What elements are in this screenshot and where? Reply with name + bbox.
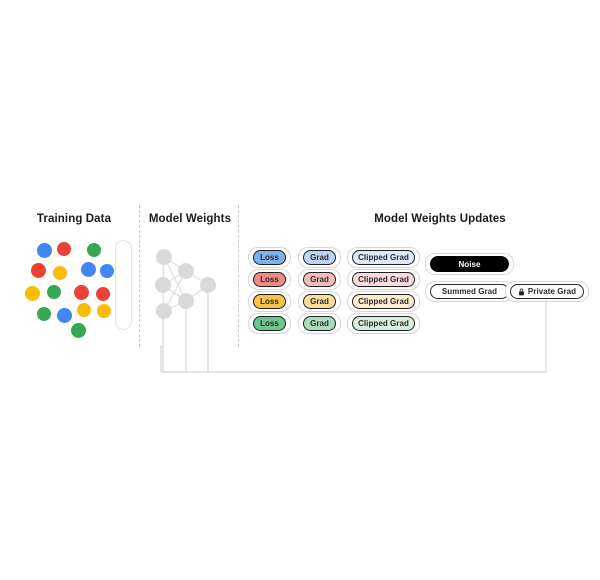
pill-summed-grad[interactable]: Summed Grad bbox=[430, 284, 509, 299]
network-node bbox=[156, 249, 172, 265]
section-title-model-weights: Model Weights bbox=[148, 213, 232, 225]
pill-loss-yellow[interactable]: Loss bbox=[253, 294, 286, 309]
network-node bbox=[178, 263, 194, 279]
pill-loss-green[interactable]: Loss bbox=[253, 316, 286, 331]
batch-capsule bbox=[115, 240, 132, 330]
training-data-point bbox=[30, 262, 46, 278]
training-data-point bbox=[96, 287, 110, 301]
dp-sgd-diagram: Training Data Model Weights Model Weight… bbox=[0, 0, 600, 580]
pill-noise[interactable]: Noise bbox=[430, 256, 509, 272]
training-data-point bbox=[57, 242, 71, 256]
training-data-point bbox=[56, 307, 72, 323]
network-node bbox=[200, 277, 216, 293]
pill-clipped-grad-yellow[interactable]: Clipped Grad bbox=[352, 294, 415, 309]
training-data-point bbox=[37, 307, 51, 321]
network-node bbox=[156, 303, 172, 319]
pill-clipped-grad-blue[interactable]: Clipped Grad bbox=[352, 250, 415, 265]
training-data-point bbox=[53, 266, 67, 280]
training-data-point bbox=[24, 285, 40, 301]
pill-grad-green[interactable]: Grad bbox=[303, 316, 336, 331]
training-data-point bbox=[36, 242, 52, 258]
training-data-point bbox=[47, 285, 61, 299]
section-title-training-data: Training Data bbox=[36, 213, 112, 225]
section-title-model-weights-updates: Model Weights Updates bbox=[374, 213, 506, 225]
training-data-point bbox=[73, 284, 89, 300]
pill-grad-yellow[interactable]: Grad bbox=[303, 294, 336, 309]
training-data-point bbox=[97, 304, 111, 318]
neural-network-graph bbox=[155, 249, 216, 372]
pill-clipped-grad-red[interactable]: Clipped Grad bbox=[352, 272, 415, 287]
pill-loss-blue[interactable]: Loss bbox=[253, 250, 286, 265]
section-divider-left bbox=[139, 205, 140, 347]
training-data-point bbox=[70, 322, 86, 338]
pill-loss-red[interactable]: Loss bbox=[253, 272, 286, 287]
pill-private-grad[interactable]: Private Grad bbox=[510, 284, 584, 299]
network-node bbox=[155, 277, 171, 293]
training-data-point bbox=[87, 243, 101, 257]
lock-icon bbox=[518, 288, 525, 296]
training-data-point bbox=[80, 261, 96, 277]
pill-private-grad-label: Private Grad bbox=[527, 287, 577, 296]
training-data-point bbox=[100, 264, 114, 278]
training-data-cloud bbox=[24, 238, 114, 338]
section-divider-right bbox=[238, 205, 239, 347]
pill-grad-blue[interactable]: Grad bbox=[303, 250, 336, 265]
pill-grad-red[interactable]: Grad bbox=[303, 272, 336, 287]
pill-clipped-grad-green[interactable]: Clipped Grad bbox=[352, 316, 415, 331]
training-data-point bbox=[77, 303, 91, 317]
network-node bbox=[178, 293, 194, 309]
